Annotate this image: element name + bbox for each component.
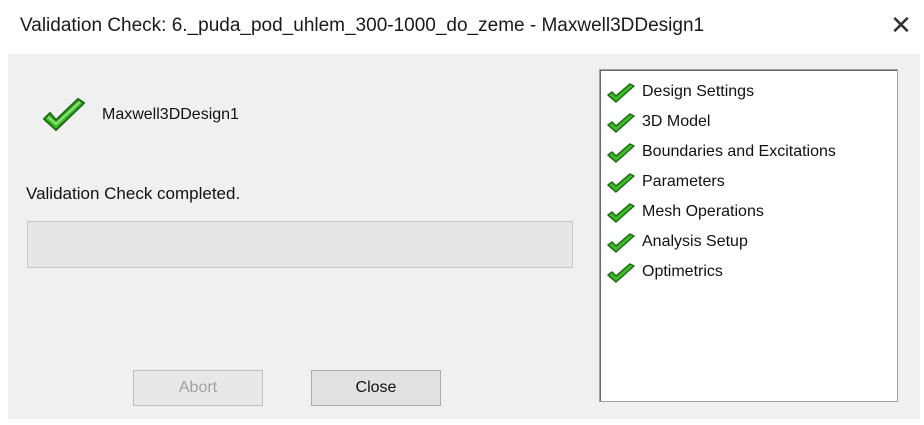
validation-list[interactable]: Design Settings 3D Model Boundaries and …	[599, 69, 898, 402]
list-item-label: 3D Model	[642, 113, 711, 130]
list-item-optimetrics[interactable]: Optimetrics	[600, 258, 897, 288]
list-item-label: Design Settings	[642, 83, 755, 100]
check-icon	[606, 203, 636, 230]
progress-bar	[27, 221, 573, 268]
close-button[interactable]: Close	[311, 370, 441, 406]
list-item-boundaries[interactable]: Boundaries and Excitations	[600, 138, 897, 168]
list-item-mesh-operations[interactable]: Mesh Operations	[600, 198, 897, 228]
list-item-label: Mesh Operations	[642, 203, 764, 220]
check-icon	[606, 173, 636, 200]
close-window-icon[interactable]: ✕	[886, 10, 916, 40]
list-item-label: Optimetrics	[642, 263, 723, 280]
list-item-parameters[interactable]: Parameters	[600, 168, 897, 198]
check-icon	[606, 83, 636, 110]
list-item-label: Boundaries and Excitations	[642, 143, 836, 160]
list-item-design-settings[interactable]: Design Settings	[600, 78, 897, 108]
check-icon	[40, 97, 88, 142]
check-icon	[606, 233, 636, 260]
check-icon	[606, 143, 636, 170]
list-item-analysis-setup[interactable]: Analysis Setup	[600, 228, 897, 258]
abort-button[interactable]: Abort	[133, 370, 263, 406]
list-item-label: Parameters	[642, 173, 725, 190]
title-bar: Validation Check: 6._puda_pod_uhlem_300-…	[0, 0, 924, 54]
check-icon	[606, 113, 636, 140]
list-item-label: Analysis Setup	[642, 233, 748, 250]
list-item-3d-model[interactable]: 3D Model	[600, 108, 897, 138]
window-title: Validation Check: 6._puda_pod_uhlem_300-…	[20, 15, 705, 36]
design-name: Maxwell3DDesign1	[102, 106, 239, 123]
status-message: Validation Check completed.	[26, 184, 241, 203]
check-icon	[606, 263, 636, 290]
